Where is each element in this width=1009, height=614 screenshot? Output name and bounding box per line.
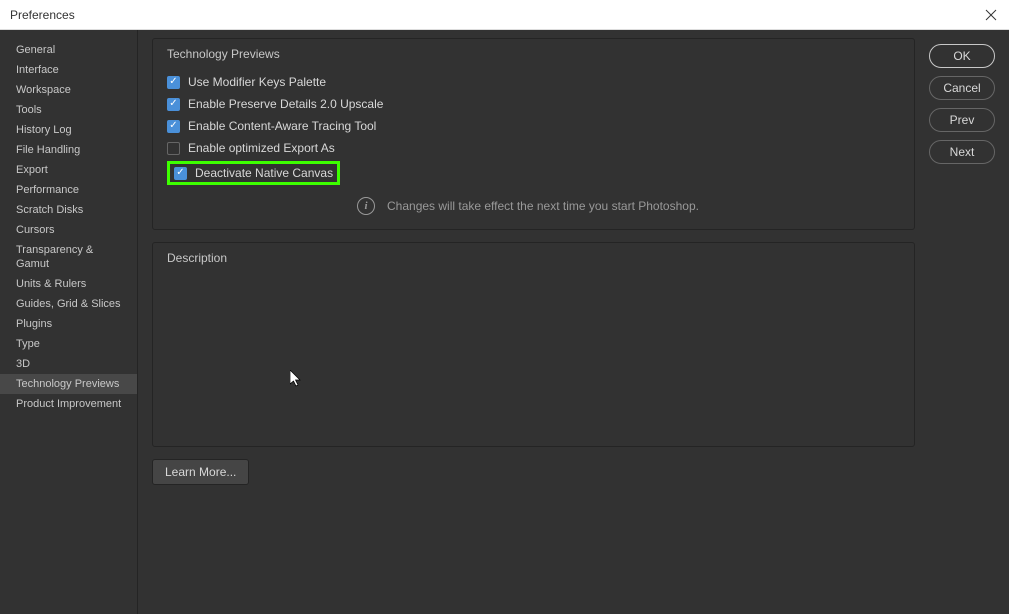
sidebar-item[interactable]: General (0, 40, 137, 60)
learn-more-label: Learn More... (165, 465, 236, 479)
info-row: i Changes will take effect the next time… (167, 197, 900, 215)
sidebar-item-label: Transparency & Gamut (16, 244, 93, 270)
titlebar: Preferences (0, 0, 1009, 30)
cancel-button[interactable]: Cancel (929, 76, 995, 100)
sidebar-item[interactable]: Export (0, 160, 137, 180)
checkbox-row: Deactivate Native Canvas (167, 161, 340, 185)
sidebar-item-label: Product Improvement (16, 398, 121, 410)
sidebar-item[interactable]: Performance (0, 180, 137, 200)
checkbox[interactable] (167, 98, 180, 111)
sidebar-item-label: Cursors (16, 224, 55, 236)
sidebar-item-label: Units & Rulers (16, 278, 86, 290)
sidebar-item[interactable]: Interface (0, 60, 137, 80)
sidebar-item-label: 3D (16, 358, 30, 370)
checkbox[interactable] (167, 120, 180, 133)
sidebar-item[interactable]: Units & Rulers (0, 274, 137, 294)
sidebar-item-label: Scratch Disks (16, 204, 83, 216)
learn-more-button[interactable]: Learn More... (152, 459, 249, 485)
sidebar-item[interactable]: 3D (0, 354, 137, 374)
ok-button[interactable]: OK (929, 44, 995, 68)
action-buttons: OK Cancel Prev Next (929, 30, 1009, 614)
checkbox-label: Use Modifier Keys Palette (188, 75, 326, 89)
sidebar-item-label: Interface (16, 64, 59, 76)
checkbox-label: Enable Content-Aware Tracing Tool (188, 119, 376, 133)
prev-button[interactable]: Prev (929, 108, 995, 132)
close-icon (985, 9, 997, 21)
sidebar-item-label: Performance (16, 184, 79, 196)
description-group: Description (152, 242, 915, 447)
technology-previews-group: Technology Previews Use Modifier Keys Pa… (152, 38, 915, 230)
checkbox-row: Use Modifier Keys Palette (167, 71, 900, 93)
next-button[interactable]: Next (929, 140, 995, 164)
window-title: Preferences (10, 8, 75, 22)
checkbox-label: Enable optimized Export As (188, 141, 335, 155)
sidebar-item[interactable]: Transparency & Gamut (0, 240, 137, 274)
sidebar-item[interactable]: Cursors (0, 220, 137, 240)
info-icon: i (357, 197, 375, 215)
checkbox-row: Enable optimized Export As (167, 137, 900, 159)
sidebar-item[interactable]: File Handling (0, 140, 137, 160)
checkbox[interactable] (167, 76, 180, 89)
sidebar-item[interactable]: History Log (0, 120, 137, 140)
sidebar: General Interface Workspace Tools History Lo… (0, 30, 138, 614)
sidebar-item[interactable]: Workspace (0, 80, 137, 100)
checkbox[interactable] (174, 167, 187, 180)
checkbox-row: Enable Preserve Details 2.0 Upscale (167, 93, 900, 115)
sidebar-item-label: Export (16, 164, 48, 176)
sidebar-item[interactable]: Guides, Grid & Slices (0, 294, 137, 314)
sidebar-item[interactable]: Product Improvement (0, 394, 137, 414)
sidebar-item[interactable]: Plugins (0, 314, 137, 334)
sidebar-item-label: General (16, 44, 55, 56)
sidebar-item-label: Workspace (16, 84, 71, 96)
sidebar-item-label: File Handling (16, 144, 80, 156)
section-title: Technology Previews (167, 47, 900, 61)
close-button[interactable] (981, 5, 1001, 25)
info-text: Changes will take effect the next time y… (387, 199, 699, 213)
sidebar-item[interactable]: Tools (0, 100, 137, 120)
description-title: Description (167, 251, 900, 265)
sidebar-item-label: History Log (16, 124, 72, 136)
checkbox-label: Enable Preserve Details 2.0 Upscale (188, 97, 383, 111)
checkbox[interactable] (167, 142, 180, 155)
sidebar-item[interactable]: Technology Previews (0, 374, 137, 394)
main-area: General Interface Workspace Tools History Lo… (0, 30, 1009, 614)
sidebar-item-label: Tools (16, 104, 42, 116)
sidebar-item-label: Guides, Grid & Slices (16, 298, 121, 310)
sidebar-item[interactable]: Type (0, 334, 137, 354)
sidebar-item-label: Type (16, 338, 40, 350)
sidebar-item-label: Technology Previews (16, 378, 119, 390)
checkbox-label: Deactivate Native Canvas (195, 166, 333, 180)
content-panel: Technology Previews Use Modifier Keys Pa… (138, 30, 929, 614)
checkbox-row: Enable Content-Aware Tracing Tool (167, 115, 900, 137)
sidebar-item[interactable]: Scratch Disks (0, 200, 137, 220)
sidebar-item-label: Plugins (16, 318, 52, 330)
